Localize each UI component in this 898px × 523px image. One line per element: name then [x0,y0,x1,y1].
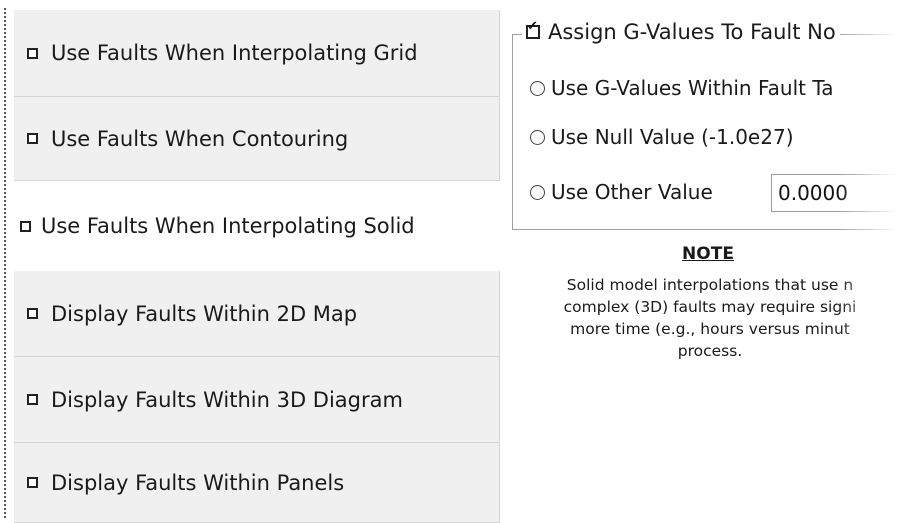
group-title-label: Assign G-Values To Fault No [548,20,836,44]
radio-button-icon[interactable] [530,184,545,200]
checkbox-icon[interactable] [27,133,38,144]
radio-label: Use G-Values Within Fault Ta [551,76,834,100]
note-line: process. [677,342,743,360]
use-faults-interpolating-solid-option[interactable]: Use Faults When Interpolating Solid [14,181,500,271]
option-label: Display Faults Within 2D Map [51,301,358,326]
radio-use-other-value[interactable]: Use Other Value [530,180,713,204]
radio-label: Use Null Value (-1.0e27) [551,125,794,149]
checkbox-icon[interactable] [27,477,38,488]
radio-use-null-value[interactable]: Use Null Value (-1.0e27) [530,125,794,149]
display-faults-3d-diagram-option[interactable]: Display Faults Within 3D Diagram [14,357,500,443]
radio-label: Use Other Value [551,180,713,204]
fault-options-column: Use Faults When Interpolating Grid Use F… [14,0,500,523]
dotted-border [4,8,6,518]
display-faults-panels-option[interactable]: Display Faults Within Panels [14,443,500,523]
checkbox-icon[interactable] [20,220,31,232]
checkbox-icon[interactable] [27,394,38,405]
note-line: more time (e.g., hours versus minut [570,320,850,338]
note-title: NOTE [682,244,734,264]
use-faults-contouring-option[interactable]: Use Faults When Contouring [14,97,500,181]
radio-button-icon[interactable] [530,80,545,96]
note-text: Solid model interpolations that use n co… [500,274,898,362]
option-label: Use Faults When Interpolating Grid [51,41,418,65]
checkbox-checked-icon[interactable] [526,20,540,39]
assign-gvalues-checkbox[interactable]: Assign G-Values To Fault No [522,20,840,44]
checkbox-icon[interactable] [27,47,38,59]
note-line: complex (3D) faults may require signi [563,298,857,316]
radio-use-gvalues-within-fault[interactable]: Use G-Values Within Fault Ta [530,76,833,100]
radio-button-icon[interactable] [530,129,545,145]
other-value-input[interactable] [771,174,898,212]
note-line: Solid model interpolations that use n [566,276,854,294]
option-label: Use Faults When Interpolating Solid [41,214,415,238]
checkbox-icon[interactable] [27,308,38,319]
display-faults-2d-map-option[interactable]: Display Faults Within 2D Map [14,271,500,357]
option-label: Display Faults Within 3D Diagram [51,387,403,412]
use-faults-interpolating-grid-option[interactable]: Use Faults When Interpolating Grid [14,10,500,97]
option-label: Use Faults When Contouring [51,126,349,151]
option-label: Display Faults Within Panels [51,470,345,495]
